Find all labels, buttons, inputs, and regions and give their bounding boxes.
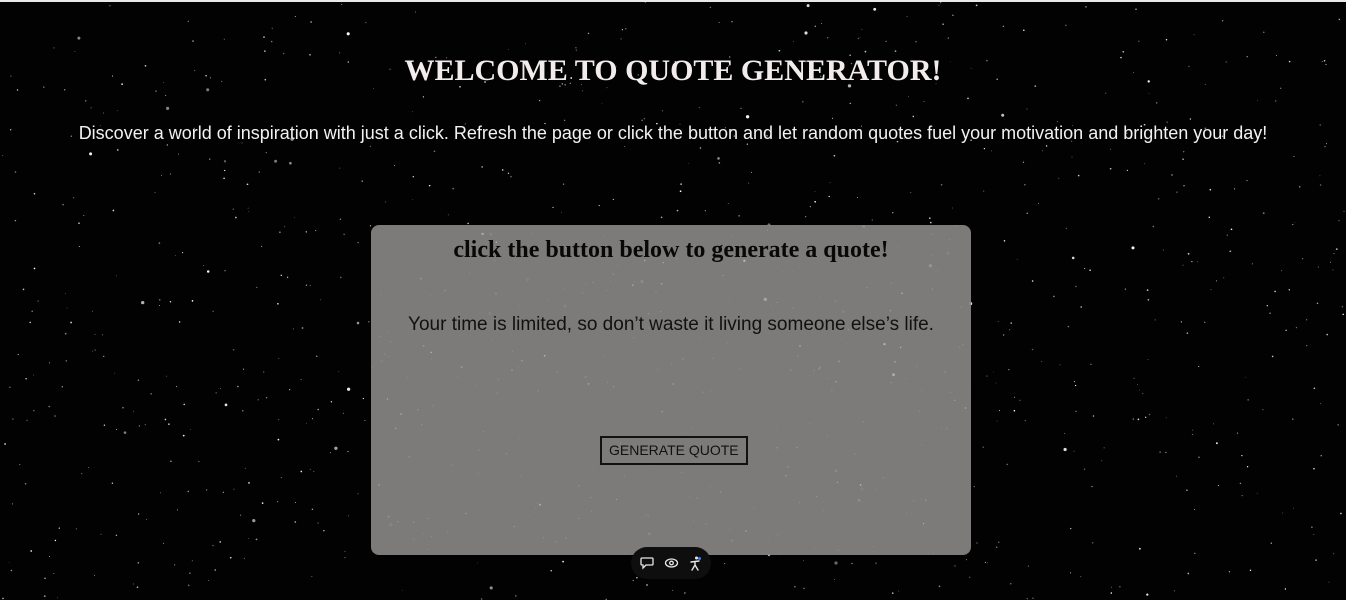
card-heading: click the button below to generate a quo… — [453, 237, 889, 263]
chat-bubble-icon[interactable] — [638, 554, 656, 572]
page-title: WELCOME TO QUOTE GENERATOR! — [404, 54, 942, 87]
accessibility-icon[interactable] — [686, 554, 704, 572]
card-starfield — [378, 225, 967, 548]
eye-icon[interactable] — [662, 554, 680, 572]
quote-card: click the button below to generate a quo… — [371, 225, 971, 555]
generate-quote-button[interactable]: GENERATE QUOTE — [600, 436, 748, 465]
quote-text: Your time is limited, so don’t waste it … — [408, 314, 934, 335]
intro-text: Discover a world of inspiration with jus… — [78, 123, 1268, 143]
top-border — [0, 0, 1346, 2]
floating-toolbar — [631, 547, 711, 579]
